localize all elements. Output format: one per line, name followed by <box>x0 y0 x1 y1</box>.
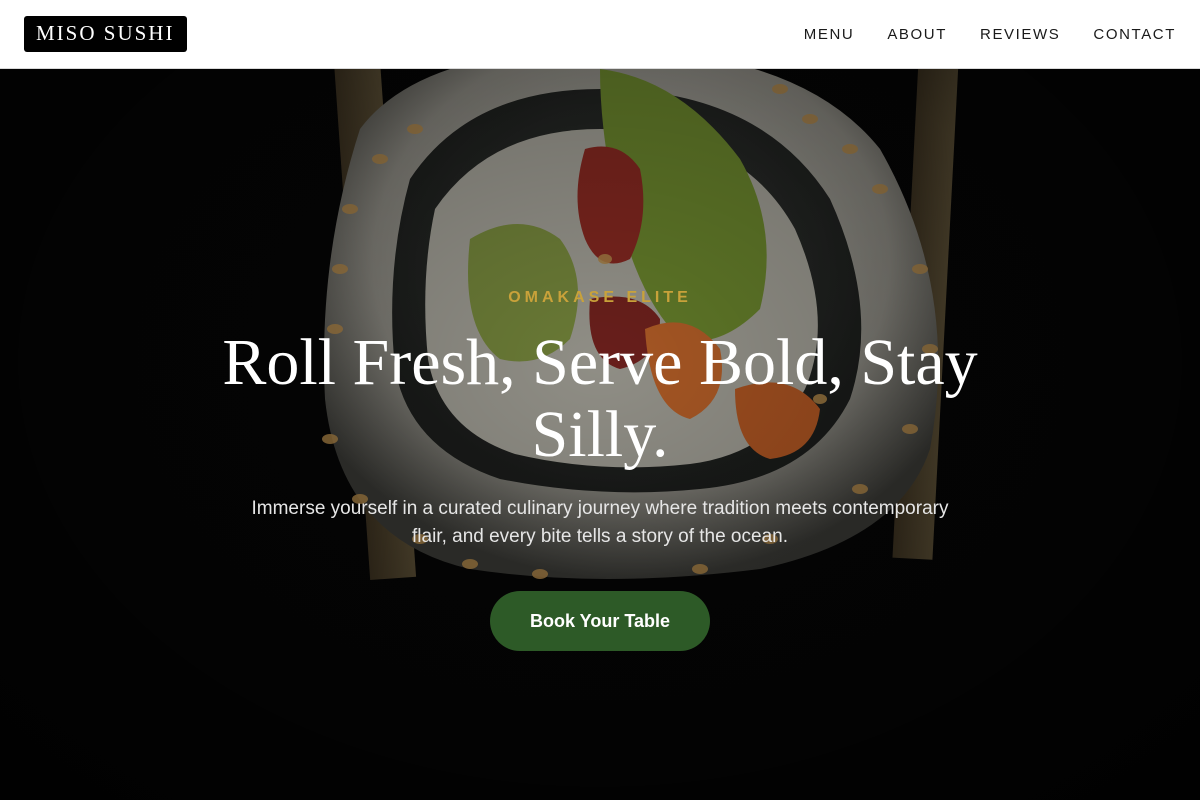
hero-section: OMAKASE ELITE Roll Fresh, Serve Bold, St… <box>0 69 1200 800</box>
nav-item-about[interactable]: ABOUT <box>887 26 947 43</box>
hero-eyebrow: OMAKASE ELITE <box>508 289 692 306</box>
logo[interactable]: MISO SUSHI <box>24 16 188 52</box>
nav-item-menu[interactable]: MENU <box>804 26 855 43</box>
site-header: MISO SUSHI MENU ABOUT REVIEWS CONTACT <box>0 0 1200 69</box>
hero-headline: Roll Fresh, Serve Bold, Stay Silly. <box>222 326 978 471</box>
book-table-button[interactable]: Book Your Table <box>490 591 710 651</box>
hero-subtext: Immerse yourself in a curated culinary j… <box>251 498 949 547</box>
main-nav: MENU ABOUT REVIEWS CONTACT <box>771 26 1176 43</box>
nav-item-contact[interactable]: CONTACT <box>1093 26 1176 43</box>
nav-item-reviews[interactable]: REVIEWS <box>980 26 1060 43</box>
